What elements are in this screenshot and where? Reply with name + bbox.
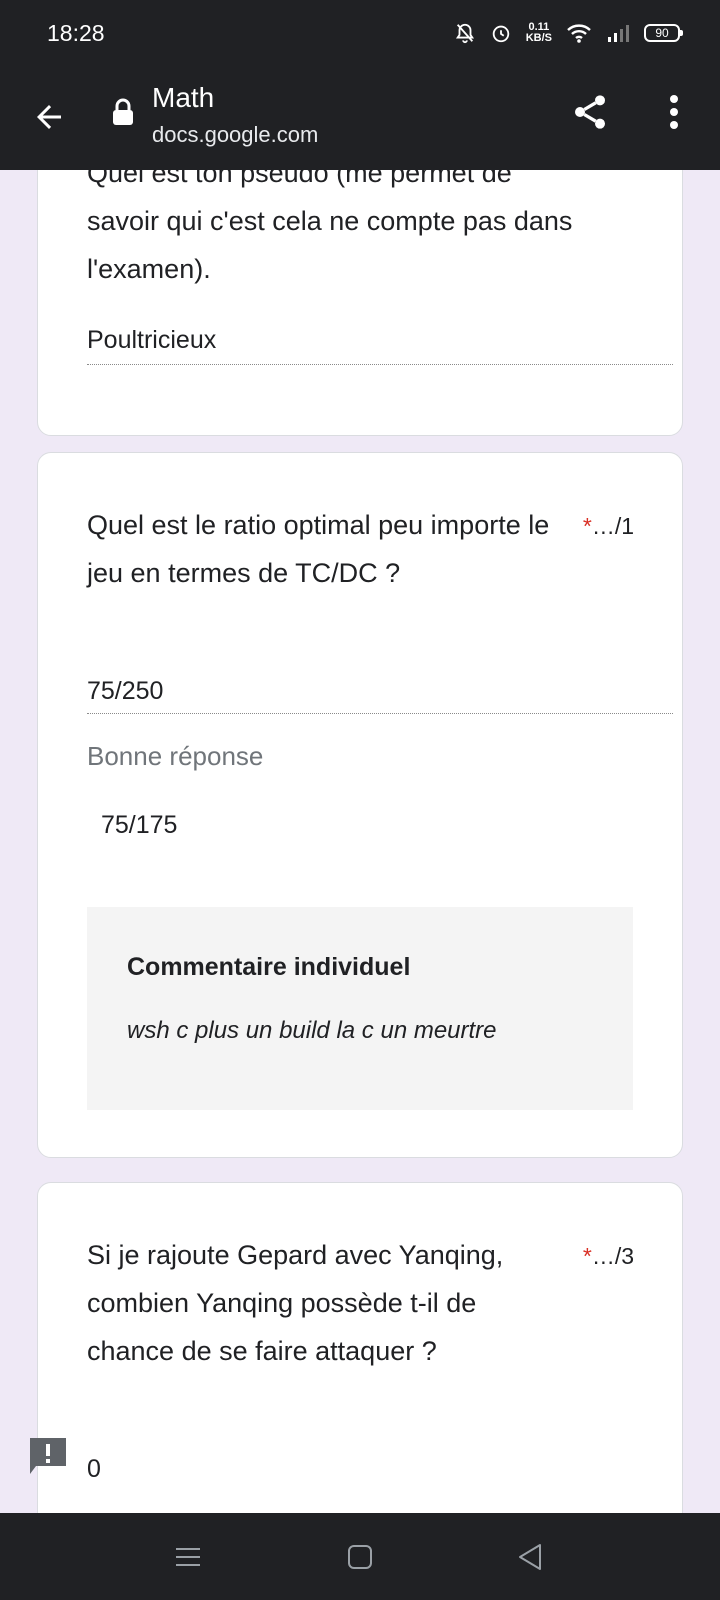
lock-icon [112,98,134,131]
question-card: Quel est le ratio optimal peu importe le… [37,452,683,1158]
status-time: 18:28 [47,20,105,46]
square-icon [348,1545,372,1569]
points-label: *…/3 [583,1243,634,1270]
answer-underline [87,713,673,714]
points-value: …/1 [591,513,634,539]
question-card: Quel est ton pseudo (me permet de savoir… [37,170,683,436]
triangle-back-icon [519,1544,541,1570]
more-options-button[interactable] [650,88,698,136]
question-text: Quel est ton pseudo (me permet de savoir… [87,170,573,284]
correct-answer-label: Bonne réponse [87,741,264,771]
answer-value: 0 [87,1455,101,1483]
alarm-icon [490,22,512,44]
feedback-text: wsh c plus un build la c un meurtre [127,1017,497,1044]
back-button[interactable] [26,94,72,140]
points-label: *…/1 [583,513,634,540]
required-marker: * [582,513,592,539]
form-content[interactable]: Quel est ton pseudo (me permet de savoir… [0,170,720,1513]
system-back-button[interactable] [508,1535,552,1579]
question-text: Quel est le ratio optimal peu importe le… [87,510,550,588]
recent-apps-button[interactable] [166,1535,210,1579]
notifications-off-icon [454,22,476,44]
page-title: Math [152,82,215,113]
signal-icon [606,23,630,43]
status-icons: 0.11 KB/S 90 [454,22,683,44]
question-text: Si je rajoute Gepard avec Yanqing, combi… [87,1240,504,1366]
network-speed: 0.11 KB/S [526,22,552,44]
feedback-box: Commentaire individuel wsh c plus un bui… [87,907,633,1110]
required-marker: * [582,1243,592,1269]
question-card: Si je rajoute Gepard avec Yanqing, combi… [37,1182,683,1513]
page-url[interactable]: docs.google.com [152,122,318,148]
report-feedback-button[interactable] [28,1436,68,1474]
points-value: …/3 [591,1243,634,1269]
battery-indicator: 90 [644,24,683,42]
system-navigation-bar [0,1513,720,1600]
status-bar: 18:28 0.11 KB/S 90 [0,0,720,70]
feedback-title: Commentaire individuel [127,953,411,981]
network-speed-unit: KB/S [525,32,552,44]
answer-value: 75/250 [87,677,164,705]
share-button[interactable] [566,88,614,136]
report-icon [30,1438,66,1474]
wifi-icon [566,23,592,43]
correct-answer-value: 75/175 [101,811,178,839]
more-vert-icon [670,95,678,129]
share-icon [575,95,605,129]
answer-underline [87,364,673,365]
answer-value: Poultricieux [87,326,217,354]
arrow-back-icon [37,105,61,129]
menu-icon [176,1548,200,1566]
home-button[interactable] [338,1535,382,1579]
browser-toolbar: Math docs.google.com [0,70,720,170]
